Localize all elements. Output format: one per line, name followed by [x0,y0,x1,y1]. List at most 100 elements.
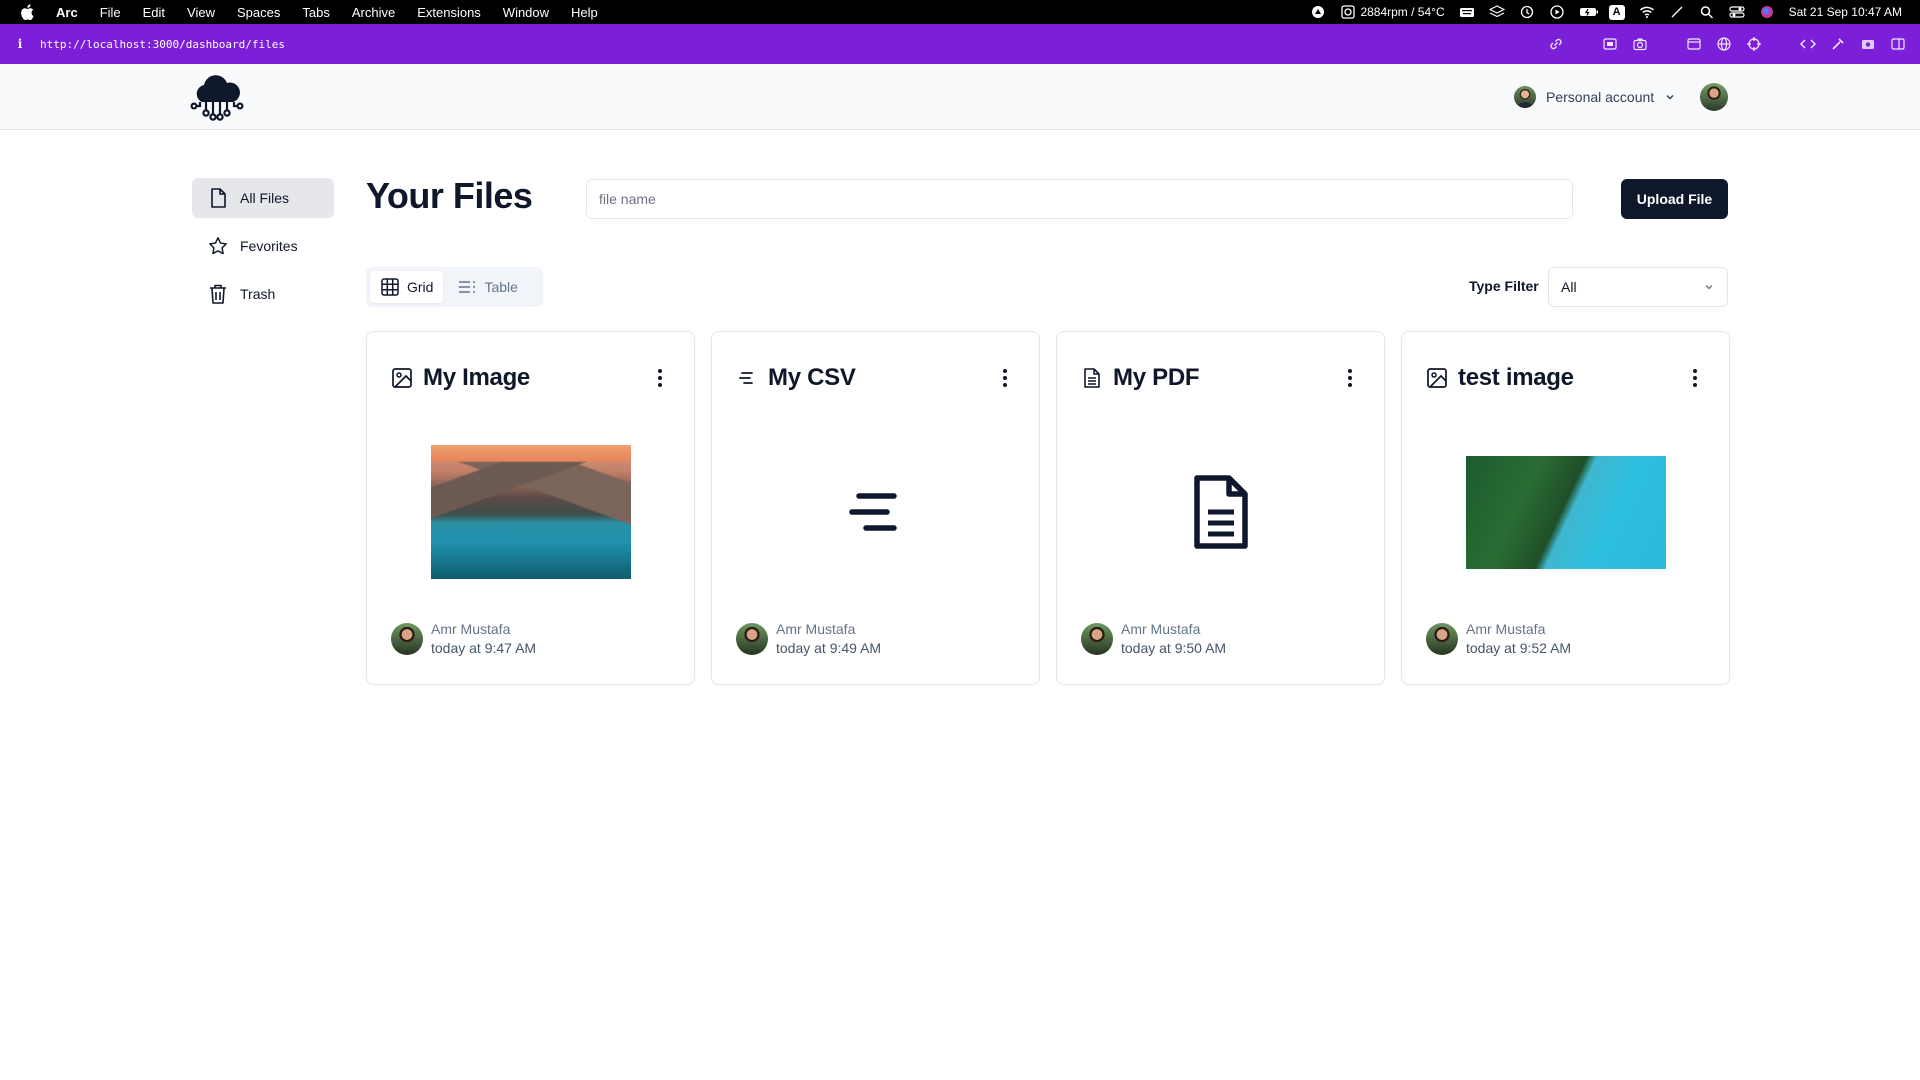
layers-icon[interactable] [1488,5,1505,19]
more-vertical-icon[interactable] [1685,366,1705,390]
eyedropper-icon[interactable] [1830,36,1846,52]
org-switcher[interactable]: Personal account [1514,86,1676,108]
upload-file-button[interactable]: Upload File [1621,179,1728,219]
file-card[interactable]: My CSV Amr Mustafa today at 9:49 AM [711,331,1040,685]
author-avatar [391,623,423,655]
more-vertical-icon[interactable] [995,366,1015,390]
capture-icon[interactable] [1602,36,1618,52]
sidebar-toggle-icon[interactable] [1890,36,1906,52]
file-card[interactable]: test image Amr Mustafa today at 9:52 AM [1401,331,1730,685]
tab-table[interactable]: Table [447,271,527,303]
window-icon[interactable] [1686,36,1702,52]
copy-link-icon[interactable] [1548,36,1564,52]
author-avatar [1426,623,1458,655]
file-date: today at 9:47 AM [431,640,537,656]
file-grid: My Image Amr Mustafa today at 9:47 AM My… [366,331,1730,685]
cloud-logo-icon[interactable] [190,72,244,124]
tab-grid-label: Grid [407,279,434,295]
time-machine-icon[interactable] [1519,5,1535,19]
org-avatar [1514,86,1536,108]
pen-icon[interactable] [1669,5,1685,19]
file-card-title: test image [1458,364,1574,391]
menu-app-name[interactable]: Arc [56,5,78,20]
target-icon[interactable] [1746,36,1762,52]
author-name: Amr Mustafa [1466,621,1546,637]
search-icon[interactable] [1699,5,1715,19]
user-avatar[interactable] [1700,83,1728,111]
file-text-icon [1084,368,1100,388]
type-filter-value: All [1561,279,1577,295]
menu-file[interactable]: File [100,5,121,20]
file-thumbnail-image [1465,455,1666,569]
type-filter-label: Type Filter [1469,278,1539,294]
type-filter-select[interactable]: All [1548,267,1728,307]
siri-icon[interactable] [1759,5,1775,19]
camera-icon[interactable] [1632,36,1648,52]
menu-help[interactable]: Help [571,5,598,20]
file-card-title: My PDF [1113,364,1200,391]
chevron-down-icon [1666,95,1674,100]
browser-url-bar: i http://localhost:3000/dashboard/files [0,24,1920,64]
sidebar-item-label: Fevorites [240,238,298,254]
control-center-icon[interactable] [1728,5,1745,19]
sidebar-item-trash[interactable]: Trash [192,274,334,314]
author-name: Amr Mustafa [1121,621,1201,637]
file-card-title: My Image [423,364,530,391]
list-icon [459,281,476,293]
view-toggle: Grid Table [366,267,543,307]
image-icon [392,368,412,388]
author-name: Amr Mustafa [776,621,856,637]
app-header: Personal account [0,64,1920,130]
screenshot-icon[interactable] [1860,36,1876,52]
globe-icon[interactable] [1716,36,1732,52]
keyboard-icon[interactable] [1459,5,1475,19]
wifi-icon[interactable] [1639,5,1655,19]
menu-view[interactable]: View [187,5,215,20]
author-name: Amr Mustafa [431,621,511,637]
code-icon[interactable] [1800,36,1816,52]
menubar-clock[interactable]: Sat 21 Sep 10:47 AM [1789,5,1902,19]
file-date: today at 9:52 AM [1466,640,1572,656]
sidebar-item-favorites[interactable]: Fevorites [192,226,334,266]
url-text[interactable]: http://localhost:3000/dashboard/files [40,38,285,51]
tab-table-label: Table [484,279,518,295]
more-vertical-icon[interactable] [650,366,670,390]
search-input[interactable] [586,179,1573,219]
document-icon [1193,475,1248,549]
play-icon[interactable] [1549,5,1565,19]
menu-archive[interactable]: Archive [352,5,395,20]
fan-stats[interactable]: 2884rpm / 54°C [1340,5,1445,19]
file-card[interactable]: My PDF Amr Mustafa today at 9:50 AM [1056,331,1385,685]
org-label: Personal account [1546,89,1655,105]
sidebar-item-all-files[interactable]: All Files [192,178,334,218]
grid-icon [381,278,399,296]
star-icon [209,237,227,255]
macos-menu-bar: Arc File Edit View Spaces Tabs Archive E… [0,0,1920,24]
apple-icon[interactable] [20,4,34,21]
menu-extensions[interactable]: Extensions [417,5,481,20]
file-card-title: My CSV [768,364,856,391]
sidebar-item-label: Trash [240,286,276,302]
file-date: today at 9:50 AM [1121,640,1227,656]
menu-window[interactable]: Window [503,5,549,20]
more-vertical-icon[interactable] [1340,366,1360,390]
input-source-badge[interactable]: A [1608,4,1625,20]
trash-icon [210,284,226,304]
menu-tabs[interactable]: Tabs [302,5,329,20]
battery-icon[interactable] [1579,5,1598,19]
site-info-icon[interactable]: i [0,37,40,51]
tab-grid[interactable]: Grid [370,271,444,303]
file-card[interactable]: My Image Amr Mustafa today at 9:47 AM [366,331,695,685]
csv-lines-icon [848,493,897,531]
author-avatar [736,623,768,655]
file-icon [211,188,226,208]
menu-spaces[interactable]: Spaces [237,5,280,20]
menu-edit[interactable]: Edit [143,5,165,20]
fan-icon [1340,5,1356,19]
status-app-icon[interactable] [1310,5,1326,19]
page-title: Your Files [366,175,533,216]
sidebar: All Files Fevorites Trash [192,178,334,322]
chevron-down-icon [1705,285,1713,290]
fan-stats-text: 2884rpm / 54°C [1360,5,1445,19]
file-date: today at 9:49 AM [776,640,882,656]
